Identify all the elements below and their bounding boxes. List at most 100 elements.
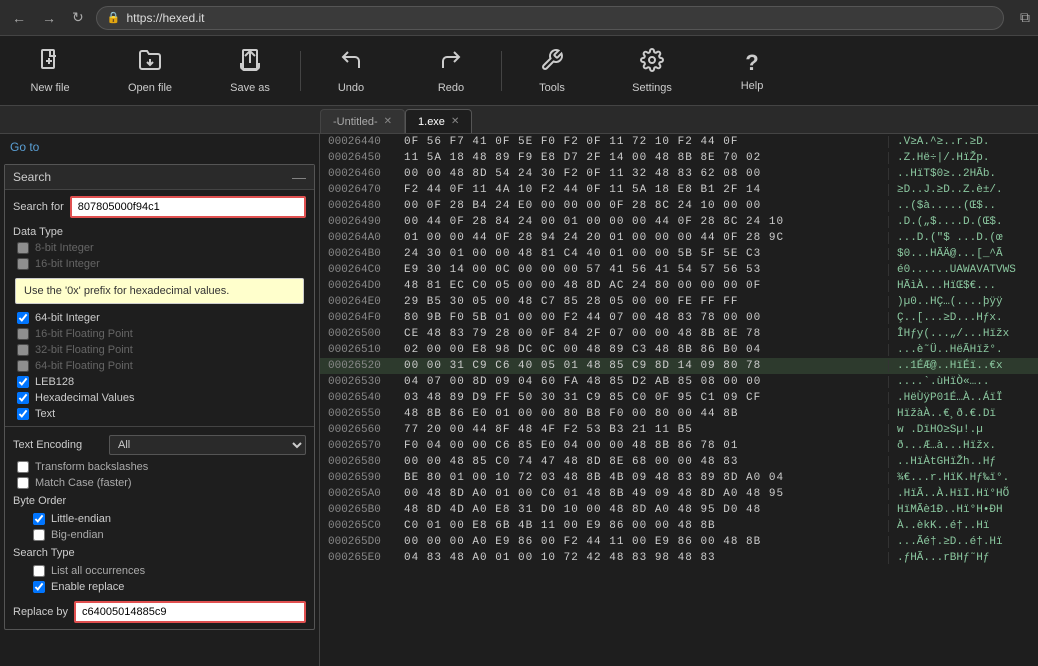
save-as-button[interactable]: Save as <box>200 36 300 106</box>
checkbox-leb128-label: LEB128 <box>35 376 74 388</box>
search-input[interactable] <box>70 196 306 218</box>
hex-row[interactable]: 000265D000 00 00 A0 E9 86 00 F2 44 11 00… <box>320 534 1038 550</box>
undo-button[interactable]: Undo <box>301 36 401 106</box>
replace-by-row: Replace by <box>5 595 314 629</box>
hex-bytes: 48 81 EC C0 05 00 00 48 8D AC 24 80 00 0… <box>400 280 888 292</box>
checkbox-text-input[interactable] <box>17 408 29 420</box>
forward-button[interactable]: → <box>38 6 60 30</box>
hex-bytes: 01 00 00 44 0F 28 94 24 20 01 00 00 00 4… <box>400 232 888 244</box>
hex-row[interactable]: 000264400F 56 F7 41 0F 5E F0 F2 0F 11 72… <box>320 134 1038 150</box>
hex-bytes: 04 83 48 A0 01 00 10 72 42 48 83 98 48 8… <box>400 552 888 564</box>
match-case-row: Match Case (faster) <box>5 475 314 491</box>
checkbox-64bit-input[interactable] <box>17 312 29 324</box>
big-endian-label: Big-endian <box>51 529 104 541</box>
hex-address: 000264E0 <box>320 296 400 308</box>
checkbox-16bit: 16-bit Integer <box>5 256 314 272</box>
url-text: https://hexed.it <box>126 11 204 25</box>
hex-ascii: .ƒHÃ...rBHƒ˜Hƒ <box>888 552 1038 564</box>
hex-row[interactable]: 00026570F0 04 00 00 C6 85 E0 04 00 00 48… <box>320 438 1038 454</box>
hex-row[interactable]: 0002654003 48 89 D9 FF 50 30 31 C9 85 C0… <box>320 390 1038 406</box>
help-button[interactable]: ? Help <box>702 36 802 106</box>
search-type-label: Search Type <box>13 547 103 559</box>
url-bar[interactable]: 🔒 https://hexed.it <box>96 6 1004 30</box>
hex-row[interactable]: 000264E029 B5 30 05 00 48 C7 85 28 05 00… <box>320 294 1038 310</box>
open-file-button[interactable]: Open file <box>100 36 200 106</box>
redo-icon <box>439 48 463 78</box>
checkbox-8bit-input[interactable] <box>17 242 29 254</box>
hex-bytes: 02 00 00 E8 98 DC 0C 00 48 89 C3 48 8B 8… <box>400 344 888 356</box>
hex-row[interactable]: 0002651002 00 00 E8 98 DC 0C 00 48 89 C3… <box>320 342 1038 358</box>
redo-button[interactable]: Redo <box>401 36 501 106</box>
tab-untitled[interactable]: -Untitled- ✕ <box>320 109 405 133</box>
transform-backslashes-input[interactable] <box>17 461 29 473</box>
hex-address: 00026460 <box>320 168 400 180</box>
checkbox-hex: Hexadecimal Values <box>5 390 314 406</box>
hex-ascii: .D.(„$....D.(Œ$. <box>888 216 1038 228</box>
list-all-label: List all occurrences <box>51 565 145 577</box>
text-encoding-select[interactable]: All UTF-8 ASCII UTF-16 <box>109 435 306 455</box>
hex-row[interactable]: 0002655048 8B 86 E0 01 00 00 80 B8 F0 00… <box>320 406 1038 422</box>
little-endian-input[interactable] <box>33 513 45 525</box>
hex-content[interactable]: 000264400F 56 F7 41 0F 5E F0 F2 0F 11 72… <box>320 134 1038 666</box>
checkbox-32fp-input[interactable] <box>17 344 29 356</box>
checkbox-64fp-label: 64-bit Floating Point <box>35 360 133 372</box>
hex-row[interactable]: 0002649000 44 0F 28 84 24 00 01 00 00 00… <box>320 214 1038 230</box>
replace-by-label: Replace by <box>13 606 68 618</box>
replace-input[interactable] <box>74 601 306 623</box>
hex-row[interactable]: 0002652000 00 31 C9 C6 40 05 01 48 85 C9… <box>320 358 1038 374</box>
hex-row[interactable]: 00026500CE 48 83 79 28 00 0F 84 2F 07 00… <box>320 326 1038 342</box>
tools-button[interactable]: Tools <box>502 36 602 106</box>
tools-label: Tools <box>539 82 565 94</box>
hex-ascii: ≥D..J.≥D..Z.è±/. <box>888 184 1038 196</box>
settings-button[interactable]: Settings <box>602 36 702 106</box>
hex-address: 000265C0 <box>320 520 400 532</box>
refresh-button[interactable]: ↻ <box>68 5 88 30</box>
hex-address: 00026440 <box>320 136 400 148</box>
hex-address: 00026450 <box>320 152 400 164</box>
checkbox-hex-input[interactable] <box>17 392 29 404</box>
hex-row[interactable]: 000264B024 30 01 00 00 48 81 C4 40 01 00… <box>320 246 1038 262</box>
tab-exe-close[interactable]: ✕ <box>451 116 459 127</box>
hex-row[interactable]: 000264F080 9B F0 5B 01 00 00 F2 44 07 00… <box>320 310 1038 326</box>
back-button[interactable]: ← <box>8 6 30 30</box>
list-all-input[interactable] <box>33 565 45 577</box>
left-panel: Go to Search — Search for Data Type 8-bi… <box>0 134 320 666</box>
hex-row[interactable]: 0002656077 20 00 44 8F 48 4F F2 53 B3 21… <box>320 422 1038 438</box>
browser-chrome: ← → ↻ 🔒 https://hexed.it ⧉ <box>0 0 1038 36</box>
hex-row[interactable]: 000265B048 8D 4D A0 E8 31 D0 10 00 48 8D… <box>320 502 1038 518</box>
hex-row[interactable]: 0002648000 0F 28 B4 24 E0 00 00 00 0F 28… <box>320 198 1038 214</box>
hex-row[interactable]: 000264A001 00 00 44 0F 28 94 24 20 01 00… <box>320 230 1038 246</box>
hex-row[interactable]: 00026470F2 44 0F 11 4A 10 F2 44 0F 11 5A… <box>320 182 1038 198</box>
hex-row[interactable]: 000264C0E9 30 14 00 0C 00 00 00 57 41 56… <box>320 262 1038 278</box>
hex-address: 000265E0 <box>320 552 400 564</box>
hex-bytes: 29 B5 30 05 00 48 C7 85 28 05 00 00 FE F… <box>400 296 888 308</box>
hex-row[interactable]: 0002658000 00 48 85 C0 74 47 48 8D 8E 68… <box>320 454 1038 470</box>
checkbox-64fp-input[interactable] <box>17 360 29 372</box>
list-all-row: List all occurrences <box>5 563 314 579</box>
hex-row[interactable]: 0002653004 07 00 8D 09 04 60 FA 48 85 D2… <box>320 374 1038 390</box>
hex-row[interactable]: 00026590BE 80 01 00 10 72 03 48 8B 4B 09… <box>320 470 1038 486</box>
checkbox-16fp-input[interactable] <box>17 328 29 340</box>
checkbox-leb128-input[interactable] <box>17 376 29 388</box>
big-endian-row: Big-endian <box>5 527 314 543</box>
hex-address: 00026510 <box>320 344 400 356</box>
search-collapse-button[interactable]: — <box>292 169 306 185</box>
big-endian-input[interactable] <box>33 529 45 541</box>
hex-row[interactable]: 000265A000 48 8D A0 01 00 C0 01 48 8B 49… <box>320 486 1038 502</box>
hex-row[interactable]: 000265C0C0 01 00 E8 6B 4B 11 00 E9 86 00… <box>320 518 1038 534</box>
hex-row[interactable]: 0002645011 5A 18 48 89 F9 E8 D7 2F 14 00… <box>320 150 1038 166</box>
tab-untitled-close[interactable]: ✕ <box>384 116 392 127</box>
tab-exe[interactable]: 1.exe ✕ <box>405 109 472 133</box>
checkbox-leb128: LEB128 <box>5 374 314 390</box>
hex-row[interactable]: 0002646000 00 48 8D 54 24 30 F2 0F 11 32… <box>320 166 1038 182</box>
hex-address: 000264A0 <box>320 232 400 244</box>
enable-replace-input[interactable] <box>33 581 45 593</box>
hex-row[interactable]: 000265E004 83 48 A0 01 00 10 72 42 48 83… <box>320 550 1038 566</box>
undo-icon <box>339 48 363 78</box>
match-case-input[interactable] <box>17 477 29 489</box>
checkbox-16bit-input[interactable] <box>17 258 29 270</box>
settings-icon <box>640 48 664 78</box>
goto-link[interactable]: Go to <box>0 134 319 160</box>
hex-row[interactable]: 000264D048 81 EC C0 05 00 00 48 8D AC 24… <box>320 278 1038 294</box>
new-file-button[interactable]: New file <box>0 36 100 106</box>
